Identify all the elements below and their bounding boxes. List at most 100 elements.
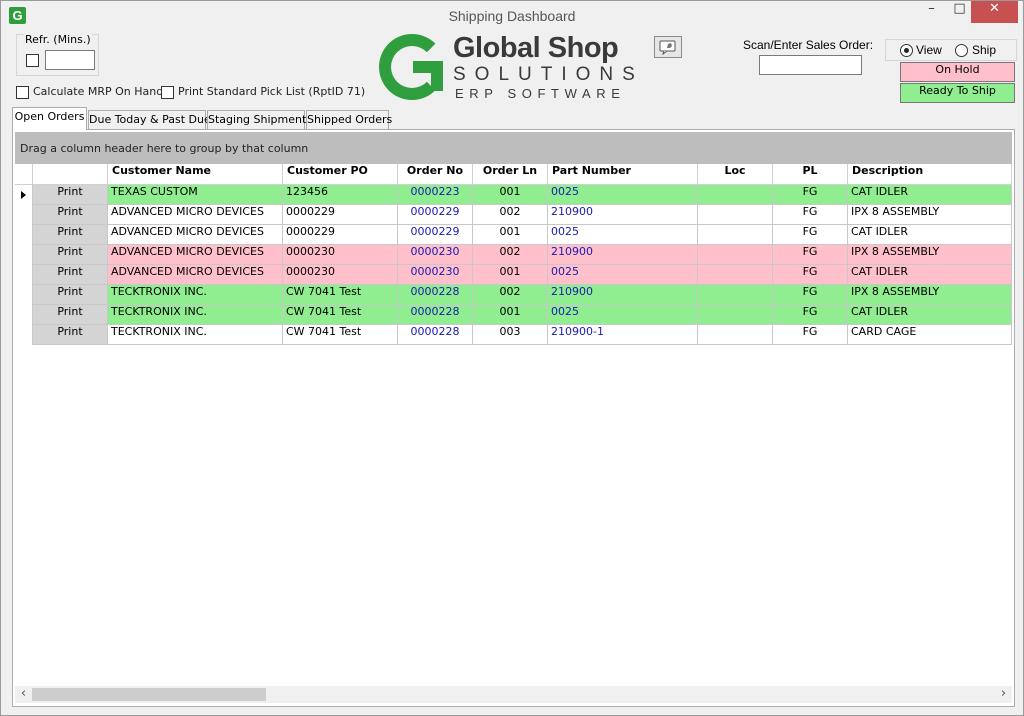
view-radio[interactable] [900, 44, 913, 57]
cell-pl[interactable]: FG [773, 325, 848, 345]
cell-loc[interactable] [698, 325, 773, 345]
cell-loc[interactable] [698, 305, 773, 325]
scroll-right-icon[interactable]: › [995, 686, 1012, 703]
print-pick-list-checkbox[interactable] [161, 86, 174, 99]
cell-pl[interactable]: FG [773, 185, 848, 205]
group-by-panel[interactable]: Drag a column header here to group by th… [15, 132, 1012, 164]
maximize-button[interactable]: □ [946, 1, 973, 23]
scroll-thumb[interactable] [32, 688, 266, 701]
cell-loc[interactable] [698, 285, 773, 305]
cell-part-number[interactable]: 210900 [548, 245, 698, 265]
cell-part-number[interactable]: 210900-1 [548, 325, 698, 345]
cell-description[interactable]: IPX 8 ASSEMBLY [848, 205, 1012, 225]
cell-customer-po[interactable]: 0000229 [283, 205, 398, 225]
tab-staging-shipments[interactable]: Staging Shipments [207, 110, 312, 129]
tab-due-today-past-due[interactable]: Due Today & Past Due [88, 110, 211, 129]
cell-description[interactable]: CAT IDLER [848, 185, 1012, 205]
cell-customer-po[interactable]: 0000229 [283, 225, 398, 245]
row-indicator[interactable] [15, 305, 33, 325]
cell-part-number[interactable]: 210900 [548, 205, 698, 225]
calculate-mrp-checkbox[interactable] [16, 86, 29, 99]
scan-sales-order-input[interactable] [759, 55, 862, 75]
print-button[interactable]: Print [33, 245, 108, 265]
cell-customer-po[interactable]: 0000230 [283, 265, 398, 285]
cell-customer-po[interactable]: CW 7041 Test [283, 305, 398, 325]
cell-description[interactable]: CAT IDLER [848, 225, 1012, 245]
cell-part-number[interactable]: 0025 [548, 225, 698, 245]
cell-order-no[interactable]: 0000228 [398, 285, 473, 305]
column-header-customer-name[interactable]: Customer Name [108, 164, 283, 185]
cell-pl[interactable]: FG [773, 225, 848, 245]
cell-part-number[interactable]: 210900 [548, 285, 698, 305]
table-row[interactable]: Print ADVANCED MICRO DEVICES 0000230 000023… [15, 265, 1012, 285]
cell-pl[interactable]: FG [773, 285, 848, 305]
cell-loc[interactable] [698, 185, 773, 205]
cell-pl[interactable]: FG [773, 305, 848, 325]
cell-order-ln[interactable]: 002 [473, 285, 548, 305]
cell-loc[interactable] [698, 205, 773, 225]
cell-customer-name[interactable]: TECKTRONIX INC. [108, 285, 283, 305]
cell-pl[interactable]: FG [773, 245, 848, 265]
tab-open-orders[interactable]: Open Orders [12, 107, 87, 130]
cell-customer-name[interactable]: ADVANCED MICRO DEVICES [108, 265, 283, 285]
cell-loc[interactable] [698, 265, 773, 285]
cell-pl[interactable]: FG [773, 205, 848, 225]
cell-customer-name[interactable]: TECKTRONIX INC. [108, 325, 283, 345]
cell-order-ln[interactable]: 002 [473, 205, 548, 225]
cell-loc[interactable] [698, 245, 773, 265]
column-header-customer-po[interactable]: Customer PO [283, 164, 398, 185]
cell-order-no[interactable]: 0000229 [398, 205, 473, 225]
cell-pl[interactable]: FG [773, 265, 848, 285]
cell-order-no[interactable]: 0000229 [398, 225, 473, 245]
print-button[interactable]: Print [33, 205, 108, 225]
row-indicator[interactable] [15, 205, 33, 225]
cell-customer-name[interactable]: TECKTRONIX INC. [108, 305, 283, 325]
row-indicator[interactable] [15, 245, 33, 265]
print-button[interactable]: Print [33, 325, 108, 345]
cell-part-number[interactable]: 0025 [548, 185, 698, 205]
tab-shipped-orders[interactable]: Shipped Orders [306, 110, 392, 129]
cell-customer-name[interactable]: ADVANCED MICRO DEVICES [108, 245, 283, 265]
print-button[interactable]: Print [33, 225, 108, 245]
close-button[interactable]: ✕ [971, 1, 1018, 23]
cell-description[interactable]: IPX 8 ASSEMBLY [848, 285, 1012, 305]
cell-order-no[interactable]: 0000228 [398, 325, 473, 345]
table-row[interactable]: Print TEXAS CUSTOM 123456 0000223 001 0025 FG C… [15, 185, 1012, 205]
row-indicator[interactable] [15, 225, 33, 245]
ship-radio[interactable] [955, 44, 968, 57]
column-header-part-number[interactable]: Part Number [548, 164, 698, 185]
cell-customer-name[interactable]: ADVANCED MICRO DEVICES [108, 225, 283, 245]
cell-part-number[interactable]: 0025 [548, 305, 698, 325]
cell-description[interactable]: CAT IDLER [848, 305, 1012, 325]
table-row[interactable]: Print TECKTRONIX INC. CW 7041 Test 0000228 0… [15, 285, 1012, 305]
print-button[interactable]: Print [33, 265, 108, 285]
cell-order-no[interactable]: 0000230 [398, 245, 473, 265]
horizontal-scrollbar[interactable]: ‹ › [15, 686, 1012, 703]
cell-customer-po[interactable]: CW 7041 Test [283, 285, 398, 305]
column-header-pl[interactable]: PL [773, 164, 848, 185]
minimize-button[interactable]: – [918, 1, 945, 23]
cell-order-ln[interactable]: 001 [473, 185, 548, 205]
column-header-description[interactable]: Description [848, 164, 1012, 185]
cell-order-ln[interactable]: 001 [473, 305, 548, 325]
cell-order-ln[interactable]: 003 [473, 325, 548, 345]
table-row[interactable]: Print TECKTRONIX INC. CW 7041 Test 0000228 0… [15, 325, 1012, 345]
column-header-loc[interactable]: Loc [698, 164, 773, 185]
scroll-left-icon[interactable]: ‹ [15, 686, 32, 703]
column-header-order-no[interactable]: Order No [398, 164, 473, 185]
cell-customer-po[interactable]: 0000230 [283, 245, 398, 265]
cell-order-no[interactable]: 0000228 [398, 305, 473, 325]
print-button[interactable]: Print [33, 185, 108, 205]
print-button[interactable]: Print [33, 305, 108, 325]
cell-order-ln[interactable]: 001 [473, 225, 548, 245]
cell-customer-po[interactable]: 123456 [283, 185, 398, 205]
cell-part-number[interactable]: 0025 [548, 265, 698, 285]
cell-order-no[interactable]: 0000230 [398, 265, 473, 285]
row-indicator[interactable] [15, 185, 33, 205]
table-row[interactable]: Print ADVANCED MICRO DEVICES 0000229 000022… [15, 225, 1012, 245]
cell-description[interactable]: CARD CAGE [848, 325, 1012, 345]
cell-description[interactable]: IPX 8 ASSEMBLY [848, 245, 1012, 265]
table-row[interactable]: Print TECKTRONIX INC. CW 7041 Test 0000228 0… [15, 305, 1012, 325]
cell-loc[interactable] [698, 225, 773, 245]
cell-order-ln[interactable]: 002 [473, 245, 548, 265]
